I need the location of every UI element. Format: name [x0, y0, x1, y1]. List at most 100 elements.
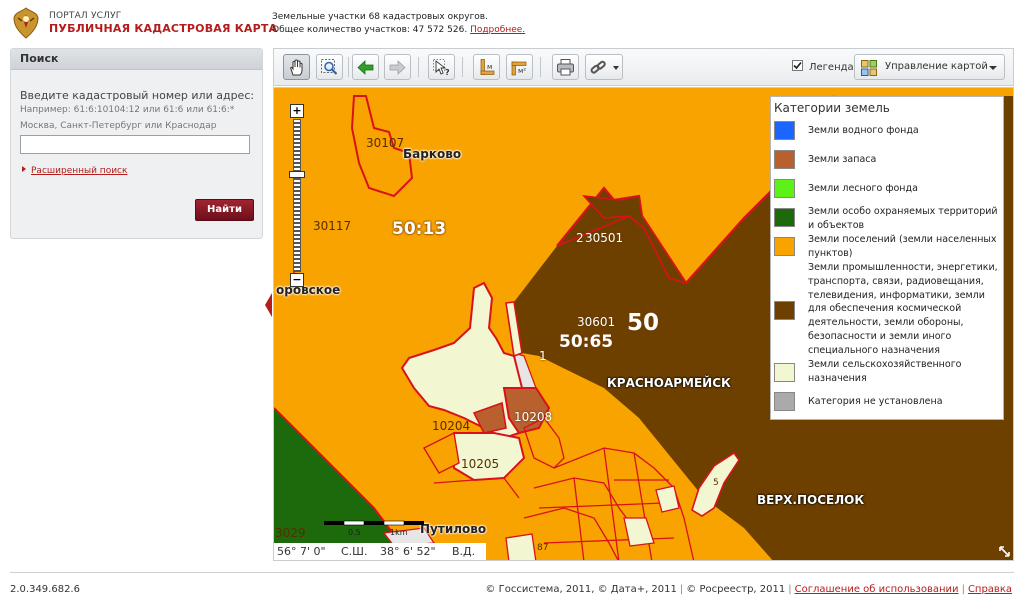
legend-swatch [774, 363, 795, 382]
back-button[interactable] [352, 54, 379, 80]
parcel-label[interactable]: 30501 [585, 231, 623, 245]
longitude-value: 38° 6' 52" [380, 545, 436, 558]
print-icon [557, 59, 574, 76]
help-link[interactable]: Справка [968, 584, 1012, 595]
legend-label: Земли поселений (земли населенных пункто… [808, 234, 997, 259]
land-category-legend: Категории земель Земли водного фонда Зем… [770, 96, 1004, 420]
scale-bar [324, 520, 424, 526]
toolbar-divider [540, 57, 541, 77]
place-label: ВЕРХ.ПОСЕЛОК [757, 493, 865, 507]
map-toolbar: ? м м² Легенда Управление картой [273, 48, 1014, 86]
identify-button[interactable]: ? [428, 54, 455, 80]
legend-label: Земли лесного фонда [808, 183, 918, 194]
search-example: Например: 61:6:10104:12 или 61:6 или 61:… [20, 105, 235, 115]
stats-line-2: Общее количество участков: 47 572 526. П… [272, 25, 525, 35]
scale-end-label: 1km [390, 528, 408, 537]
link-dropdown-button[interactable] [585, 54, 623, 80]
measure-area-icon: м² [511, 61, 527, 76]
collapse-panel-arrow-icon[interactable] [265, 293, 272, 317]
legend-swatch [774, 208, 795, 227]
fullscreen-resize-icon[interactable] [998, 545, 1011, 558]
latitude-direction: С.Ш. [341, 545, 368, 558]
legend-label: Категория не установлена [808, 396, 943, 407]
print-button[interactable] [552, 54, 579, 80]
link-icon [590, 60, 606, 74]
coordinates-readout: 56° 7' 0" С.Ш. 38° 6' 52" В.Д. [274, 543, 486, 560]
pan-hand-button[interactable] [283, 54, 310, 80]
toolbar-divider [418, 57, 419, 77]
parcel-count-text: Общее количество участков: 47 572 526. [272, 25, 468, 35]
footer-divider [10, 572, 1014, 573]
legend-label: Земли водного фонда [808, 125, 919, 136]
parcel-label[interactable]: 2 [576, 231, 584, 245]
layers-grid-icon [861, 60, 877, 76]
parcel-label[interactable]: 3029 [275, 526, 306, 540]
stats-line: Земельные участки 68 кадастровых округов… [272, 12, 488, 22]
legend-swatch [774, 179, 795, 198]
search-example-cities: Москва, Санкт-Петербург или Краснодар [20, 121, 217, 131]
place-label: оровское [276, 283, 341, 297]
cadastral-district-label: 50:65 [559, 332, 614, 352]
site-title[interactable]: ПУБЛИЧНАЯ КАДАСТРОВАЯ КАРТА [49, 22, 277, 35]
zoom-in-button[interactable]: + [290, 104, 304, 118]
parcel-label[interactable]: 5 [713, 478, 719, 488]
parcel-label[interactable]: 1 [539, 349, 547, 363]
back-arrow-icon [357, 60, 374, 75]
legend-label: Земли запаса [808, 154, 877, 165]
map-management-dropdown[interactable]: Управление картой [854, 54, 1005, 80]
zoom-out-button[interactable]: − [290, 273, 304, 287]
search-prompt: Введите кадастровый номер или адрес: [20, 89, 255, 102]
forward-button[interactable] [384, 54, 411, 80]
place-label: Барково [403, 147, 462, 161]
search-title: Поиск [20, 52, 59, 65]
more-link[interactable]: Подробнее. [470, 25, 525, 35]
legend-title: Категории земель [774, 101, 890, 115]
pan-hand-icon [290, 59, 303, 76]
legend-checkbox-label[interactable]: Легенда [809, 62, 854, 73]
search-panel-header[interactable]: Поиск [11, 49, 262, 70]
legend-checkbox[interactable] [792, 60, 803, 71]
footer-links: © Госсистема, 2011, © Дата+, 2011 | © Роср… [485, 584, 1012, 595]
svg-text:?: ? [445, 68, 450, 77]
zoom-slider-track[interactable] [293, 119, 301, 272]
map-canvas[interactable]: 30107 Барково 30117 50:13 2 30501 оровск… [273, 87, 1014, 561]
coat-of-arms-icon[interactable] [9, 6, 43, 40]
triangle-right-icon [22, 166, 26, 172]
parcel-label[interactable]: 10208 [514, 410, 552, 424]
place-label: КРАСНОАРМЕЙСК [607, 376, 731, 390]
terms-link[interactable]: Соглашение об использовании [795, 584, 959, 595]
legend-label: Земли сельскохозяйственного назначения [808, 359, 962, 384]
zoom-slider-thumb[interactable] [289, 171, 305, 178]
search-panel: Поиск Введите кадастровый номер или адре… [10, 48, 263, 239]
portal-label: ПОРТАЛ УСЛУГ [49, 11, 122, 21]
zoom-area-icon [321, 59, 338, 75]
search-input[interactable] [20, 135, 250, 154]
scale-start-label: 0.5 [348, 528, 361, 537]
legend-swatch [774, 301, 795, 320]
measure-area-button[interactable]: м² [506, 54, 533, 80]
checkmark-icon [793, 61, 802, 70]
identify-icon: ? [433, 59, 450, 77]
chevron-down-icon [989, 66, 997, 70]
zoom-area-button[interactable] [316, 54, 343, 80]
parcel-label[interactable]: 10205 [461, 457, 499, 471]
road-number-label: 87 [537, 543, 549, 553]
toolbar-divider [348, 57, 349, 77]
copyright-text: © Госсистема, 2011, © Дата+, 2011 [485, 584, 677, 595]
advanced-search-link[interactable]: Расширенный поиск [22, 166, 127, 176]
svg-text:м²: м² [518, 67, 526, 75]
legend-swatch [774, 392, 795, 411]
parcel-label[interactable]: 30601 [577, 315, 615, 329]
parcel-label[interactable]: 30107 [366, 136, 404, 150]
longitude-direction: В.Д. [452, 545, 476, 558]
legend-swatch [774, 121, 795, 140]
measure-length-icon: м [480, 59, 495, 75]
legend-swatch [774, 237, 795, 256]
cadastral-district-label: 50:13 [392, 219, 447, 239]
forward-arrow-icon [389, 60, 406, 75]
parcel-label[interactable]: 10204 [432, 419, 470, 433]
find-button[interactable]: Найти [195, 199, 254, 221]
parcel-label[interactable]: 30117 [313, 219, 351, 233]
legend-swatch [774, 150, 795, 169]
measure-length-button[interactable]: м [473, 54, 500, 80]
